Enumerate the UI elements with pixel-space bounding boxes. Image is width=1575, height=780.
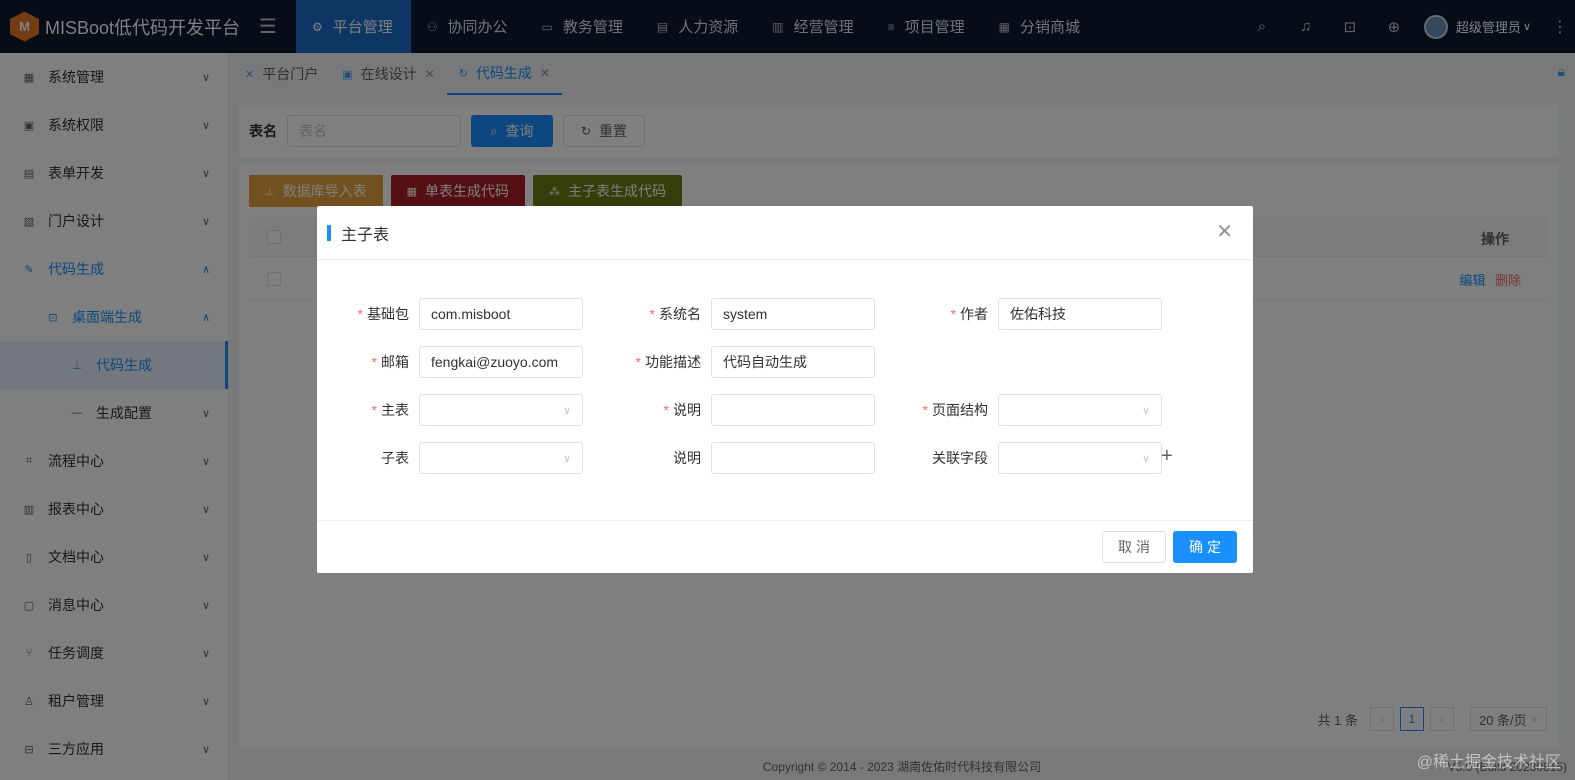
dialog-footer: 取消 确定 bbox=[317, 520, 1253, 573]
cancel-button[interactable]: 取消 bbox=[1102, 531, 1166, 563]
form-row: * 主表 ∨ * 说明 * 页面结构 ∨ bbox=[317, 394, 1253, 426]
base-package-label: * 基础包 bbox=[357, 306, 409, 322]
relation-field-select[interactable]: ∨ bbox=[998, 442, 1162, 474]
master-child-dialog: 主子表 ✕ * 基础包 com.misboot * 系统名 system * 作者 佐… bbox=[317, 206, 1253, 573]
master-desc-input[interactable] bbox=[711, 394, 875, 426]
child-desc-label: 说明 bbox=[673, 450, 701, 466]
chevron-down-icon: ∨ bbox=[562, 452, 571, 465]
chevron-down-icon: ∨ bbox=[1141, 404, 1150, 417]
page-structure-label: * 页面结构 bbox=[922, 402, 988, 418]
master-table-select[interactable]: ∨ bbox=[419, 394, 583, 426]
author-input[interactable]: 佐佑科技 bbox=[998, 298, 1162, 330]
chevron-down-icon: ∨ bbox=[562, 404, 571, 417]
close-icon[interactable]: ✕ bbox=[1216, 222, 1233, 242]
child-table-label: 子表 bbox=[381, 450, 409, 466]
base-package-input[interactable]: com.misboot bbox=[419, 298, 583, 330]
form-row: * 基础包 com.misboot * 系统名 system * 作者 佐佑科技 bbox=[317, 298, 1253, 330]
email-label: * 邮箱 bbox=[371, 354, 409, 370]
form-row: 子表 ∨ 说明 关联字段 ∨ + bbox=[317, 442, 1253, 474]
confirm-button[interactable]: 确定 bbox=[1173, 531, 1237, 563]
chevron-down-icon: ∨ bbox=[1141, 452, 1150, 465]
child-desc-input[interactable] bbox=[711, 442, 875, 474]
function-desc-label: * 功能描述 bbox=[635, 354, 701, 370]
function-desc-input[interactable]: 代码自动生成 bbox=[711, 346, 875, 378]
dialog-title: 主子表 bbox=[341, 226, 390, 244]
system-name-label: * 系统名 bbox=[649, 306, 701, 322]
watermark: @稀土掘金技术社区 bbox=[1416, 754, 1561, 771]
email-input[interactable]: fengkai@zuoyo.com bbox=[419, 346, 583, 378]
dialog-header: 主子表 ✕ bbox=[317, 206, 1253, 260]
form-row: * 邮箱 fengkai@zuoyo.com * 功能描述 代码自动生成 bbox=[317, 346, 1253, 378]
author-label: * 作者 bbox=[950, 306, 988, 322]
dialog-form: * 基础包 com.misboot * 系统名 system * 作者 佐佑科技 * 邮… bbox=[317, 260, 1253, 520]
relation-field-label: 关联字段 bbox=[932, 450, 988, 466]
master-desc-label: * 说明 bbox=[663, 402, 701, 418]
master-table-label: * 主表 bbox=[371, 402, 409, 418]
add-child-table-icon[interactable]: + bbox=[1161, 446, 1173, 466]
child-table-select[interactable]: ∨ bbox=[419, 442, 583, 474]
system-name-input[interactable]: system bbox=[711, 298, 875, 330]
page-structure-select[interactable]: ∨ bbox=[998, 394, 1162, 426]
title-accent-bar bbox=[327, 224, 331, 241]
